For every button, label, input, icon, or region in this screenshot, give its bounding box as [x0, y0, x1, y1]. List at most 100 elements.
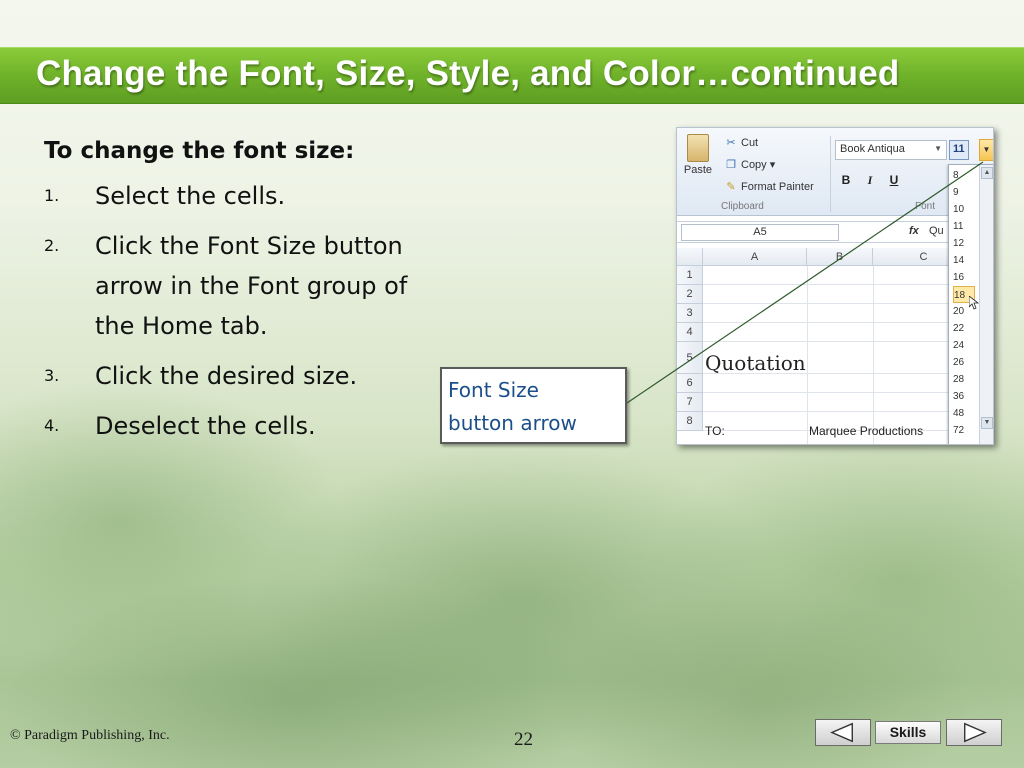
step-item: 3. Click the desired size.: [44, 356, 484, 396]
italic-button[interactable]: I: [861, 171, 879, 189]
instruction-content: To change the font size: 1. Select the c…: [44, 138, 484, 456]
copy-button[interactable]: ❐ Copy ▾: [725, 158, 775, 171]
paintbrush-icon: ✎: [726, 181, 736, 193]
previous-button[interactable]: [815, 719, 871, 746]
chevron-down-icon: ▼: [934, 144, 942, 153]
row-header[interactable]: 7: [677, 393, 703, 412]
font-size-option[interactable]: 14: [953, 252, 975, 269]
step-item: 4. Deselect the cells.: [44, 406, 484, 446]
font-size-option[interactable]: 72: [953, 422, 975, 439]
excel-screenshot: Paste ✂ Cut ❐ Copy ▾ ✎ Format Painter Clipb…: [676, 127, 994, 445]
instruction-heading: To change the font size:: [44, 138, 355, 164]
step-number: 4.: [44, 416, 60, 435]
scissors-icon: ✂: [726, 137, 736, 149]
row-header[interactable]: 4: [677, 323, 703, 342]
step-list: 1. Select the cells. 2. Click the Font S…: [44, 176, 484, 446]
copy-label: Copy: [741, 159, 767, 171]
page-number: 22: [514, 729, 533, 750]
step-number: 3.: [44, 366, 60, 385]
formula-bar: A5 fx Qu: [677, 221, 993, 243]
column-header-b[interactable]: B: [807, 248, 873, 266]
step-text: arrow in the Font group of: [95, 272, 408, 300]
cell-a8-to[interactable]: TO:: [705, 424, 725, 438]
title-bar: Change the Font, Size, Style, and Color……: [0, 47, 1024, 104]
row-header[interactable]: 8: [677, 412, 703, 431]
slide-title: Change the Font, Size, Style, and Color……: [36, 54, 900, 93]
font-size-callout: Font Size button arrow: [440, 367, 627, 444]
chevron-down-icon: ▼: [982, 145, 991, 154]
font-size-option[interactable]: 12: [953, 235, 975, 252]
clipboard-group-label: Clipboard: [721, 201, 764, 212]
row-header[interactable]: 1: [677, 266, 703, 285]
step-item: 2. Click the Font Size button arrow in t…: [44, 226, 484, 346]
font-size-button-arrow[interactable]: ▼: [979, 139, 993, 161]
step-item: 1. Select the cells.: [44, 176, 484, 216]
step-text: Deselect the cells.: [95, 412, 316, 440]
step-text: the Home tab.: [95, 312, 268, 340]
scroll-up-icon[interactable]: ▲: [981, 167, 993, 179]
grid-line: [873, 266, 874, 444]
font-size-option[interactable]: 48: [953, 405, 975, 422]
row-header[interactable]: 2: [677, 285, 703, 304]
bold-button[interactable]: B: [837, 171, 855, 189]
font-size-option[interactable]: 22: [953, 320, 975, 337]
grid-line: [703, 322, 975, 323]
font-name-box[interactable]: Book Antiqua ▼: [835, 140, 947, 160]
skills-button[interactable]: Skills: [875, 721, 941, 744]
font-group-label: Font: [915, 201, 936, 212]
grid-line: [703, 392, 975, 393]
ribbon: Paste ✂ Cut ❐ Copy ▾ ✎ Format Painter Clipb…: [677, 128, 993, 216]
row-header[interactable]: 3: [677, 304, 703, 323]
column-header-a[interactable]: A: [703, 248, 807, 266]
step-number: 1.: [44, 186, 60, 205]
next-button[interactable]: [946, 719, 1002, 746]
cut-button[interactable]: ✂ Cut: [725, 136, 758, 149]
callout-text: button arrow: [448, 411, 577, 435]
fx-icon[interactable]: fx: [909, 225, 919, 237]
cut-label: Cut: [741, 137, 759, 149]
font-size-option[interactable]: 11: [953, 218, 975, 235]
clipboard-icon: [687, 134, 709, 162]
format-painter-label: Format Painter: [741, 181, 814, 193]
arrow-right-icon: [964, 722, 987, 743]
select-all-corner[interactable]: [677, 248, 703, 266]
slide-navigation: Skills: [815, 719, 1002, 746]
step-text: Select the cells.: [95, 182, 286, 210]
mouse-pointer-icon: [969, 296, 979, 310]
font-name-value: Book Antiqua: [840, 143, 905, 155]
row-header[interactable]: 5: [677, 342, 703, 374]
font-size-option[interactable]: 10: [953, 201, 975, 218]
font-size-option[interactable]: 36: [953, 388, 975, 405]
font-size-option[interactable]: 8: [953, 167, 975, 184]
paste-label: Paste: [683, 164, 713, 176]
callout-text: Font Size: [448, 378, 539, 402]
arrow-left-icon: [830, 722, 853, 743]
grid-line: [703, 341, 975, 342]
grid-line: [807, 266, 808, 444]
formula-input[interactable]: Qu: [929, 225, 944, 237]
row-header[interactable]: 6: [677, 374, 703, 393]
font-size-option[interactable]: 16: [953, 269, 975, 286]
format-painter-button[interactable]: ✎ Format Painter: [725, 180, 814, 193]
font-size-box[interactable]: 11: [949, 140, 969, 160]
group-divider: [830, 136, 831, 212]
step-text: Click the desired size.: [95, 362, 358, 390]
dropdown-scrollbar[interactable]: ▲ ▼: [979, 165, 993, 444]
name-box[interactable]: A5: [681, 224, 839, 241]
font-size-option[interactable]: 26: [953, 354, 975, 371]
font-size-option[interactable]: 24: [953, 337, 975, 354]
step-number: 2.: [44, 236, 60, 255]
underline-button[interactable]: U: [885, 171, 903, 189]
chevron-down-icon: ▾: [766, 159, 776, 171]
scroll-down-icon[interactable]: ▼: [981, 417, 993, 429]
font-size-option[interactable]: 28: [953, 371, 975, 388]
copyright-text: © Paradigm Publishing, Inc.: [10, 728, 170, 743]
font-size-option[interactable]: 9: [953, 184, 975, 201]
grid-line: [703, 284, 975, 285]
worksheet-grid: A B C 1 2 3 4 5 6 7 8 Quotation TO: Marq…: [677, 248, 993, 444]
paste-button[interactable]: Paste: [683, 134, 713, 176]
cell-b8-marquee[interactable]: Marquee Productions: [809, 424, 923, 438]
cell-a5-quotation[interactable]: Quotation: [705, 351, 806, 375]
step-text: Click the Font Size button: [95, 232, 403, 260]
grid-line: [703, 411, 975, 412]
